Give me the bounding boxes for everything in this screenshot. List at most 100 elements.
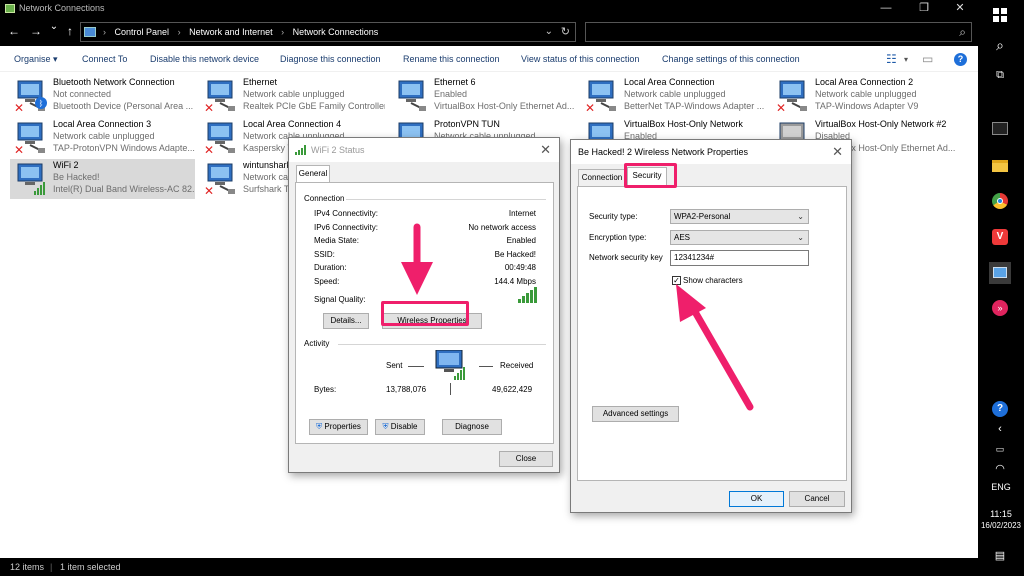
maximize-button[interactable]: ❐ xyxy=(908,0,940,18)
security-key-field[interactable]: 12341234# xyxy=(670,250,809,266)
diagnose-connection-button[interactable]: Diagnose this connection xyxy=(280,54,381,64)
chrome-icon[interactable] xyxy=(989,190,1011,212)
help-tips-icon[interactable]: ? xyxy=(989,398,1011,420)
language-indicator[interactable]: ENG xyxy=(978,482,1024,492)
network-connections-task-icon[interactable] xyxy=(989,262,1011,284)
chevron-down-icon[interactable]: ⌄ xyxy=(545,26,553,37)
status-row-label: IPv6 Connectivity: xyxy=(314,222,379,232)
recent-locations-button[interactable]: ⌄ xyxy=(46,21,62,32)
connection-item[interactable]: WiFi 2 Be Hacked! Intel(R) Dual Band Wirel… xyxy=(10,159,195,199)
connection-item[interactable]: Ethernet 6 Enabled VirtualBox Host-Only Et… xyxy=(391,76,576,116)
address-bar[interactable]: › Control Panel › Network and Internet ›… xyxy=(80,22,576,42)
clock-time[interactable]: 11:15 xyxy=(978,509,1024,519)
view-dropdown-icon[interactable]: ▾ xyxy=(904,55,908,64)
advanced-settings-button[interactable]: Advanced settings xyxy=(592,406,679,422)
svg-text:✕: ✕ xyxy=(204,143,214,155)
show-characters-checkbox[interactable]: ✓ xyxy=(672,276,681,285)
tab-general[interactable]: General xyxy=(296,165,330,183)
connect-to-button[interactable]: Connect To xyxy=(82,54,127,64)
svg-text:✕: ✕ xyxy=(585,101,595,113)
encryption-type-label: Encryption type: xyxy=(589,233,647,242)
breadcrumb-separator: › xyxy=(103,27,106,37)
connection-name: wintunshark xyxy=(243,160,292,170)
svg-text:✕: ✕ xyxy=(776,101,786,113)
breadcrumb-control-panel[interactable]: Control Panel xyxy=(115,27,170,37)
close-button[interactable]: ✕ xyxy=(944,0,976,18)
breadcrumb-network-and-internet[interactable]: Network and Internet xyxy=(189,27,273,37)
status-row-value: 00:49:48 xyxy=(504,263,536,272)
diagnose-button[interactable]: Diagnose xyxy=(442,419,502,435)
cancel-button[interactable]: Cancel xyxy=(789,491,845,507)
battery-icon[interactable]: ▭ xyxy=(989,438,1011,460)
bytes-received-value: 49,622,429 xyxy=(492,385,533,394)
notifications-icon[interactable]: ▤ xyxy=(989,545,1011,567)
view-status-button[interactable]: View status of this connection xyxy=(521,54,639,64)
connection-device: TAP-ProtonVPN Windows Adapte... xyxy=(53,143,195,153)
wifi-icon[interactable]: ◠ xyxy=(989,458,1011,480)
chevron-down-icon: ⌄ xyxy=(797,233,804,242)
security-type-select[interactable]: WPA2-Personal ⌄ xyxy=(670,209,809,224)
connection-device: Bluetooth Device (Personal Area ... xyxy=(53,101,194,111)
help-button[interactable]: ? xyxy=(954,53,967,66)
connection-device: BetterNet TAP-Windows Adapter ... xyxy=(624,101,765,111)
clock-date[interactable]: 16/02/2023 xyxy=(978,521,1024,530)
breadcrumb-network-connections[interactable]: Network Connections xyxy=(293,27,379,37)
connection-item[interactable]: ✕ Local Area Connection Network cable unpl… xyxy=(581,76,766,116)
change-settings-button[interactable]: Change settings of this connection xyxy=(662,54,800,64)
file-explorer-icon[interactable] xyxy=(989,155,1011,177)
up-button[interactable]: ↑ xyxy=(62,24,78,38)
preview-pane-icon[interactable]: ▭ xyxy=(922,52,933,66)
connection-item[interactable]: ✕ Local Area Connection 2 Network cable un… xyxy=(772,76,957,116)
ethernet-icon xyxy=(398,80,426,111)
disable-label: Disable xyxy=(390,422,418,431)
ok-button[interactable]: OK xyxy=(729,491,784,507)
disable-device-button[interactable]: Disable this network device xyxy=(150,54,259,64)
close-icon[interactable]: ✕ xyxy=(540,142,551,158)
organise-menu[interactable]: Organise ▾ xyxy=(14,54,58,65)
search-input[interactable]: ⌕ xyxy=(585,22,972,42)
dialog-title: WiFi 2 Status xyxy=(311,145,365,155)
status-row-label: Duration: xyxy=(314,263,347,272)
signal-icon xyxy=(295,145,306,155)
breadcrumb: › Control Panel › Network and Internet ›… xyxy=(103,27,384,37)
connection-name: VirtualBox Host-Only Network #2 xyxy=(815,119,947,129)
encryption-type-select[interactable]: AES ⌄ xyxy=(670,230,809,245)
search-icon[interactable]: ⌕ xyxy=(989,34,1011,56)
refresh-icon[interactable]: ↻ xyxy=(561,25,570,38)
details-button[interactable]: Details... xyxy=(323,313,369,329)
app-icon[interactable]: » xyxy=(989,297,1011,319)
item-count: 12 items xyxy=(10,562,45,572)
show-characters-label[interactable]: Show characters xyxy=(683,276,743,285)
task-view-icon[interactable]: ⧉ xyxy=(989,64,1011,86)
signal-bar xyxy=(518,299,521,303)
forward-button[interactable]: → xyxy=(28,24,44,38)
dialog-title-bar: WiFi 2 Status ✕ xyxy=(289,138,559,162)
connection-item[interactable]: ✕ Local Area Connection 3 Network cable un… xyxy=(10,118,195,158)
connection-device: Intel(R) Dual Band Wireless-AC 82... xyxy=(53,184,195,194)
windows-start-icon[interactable] xyxy=(989,6,1011,28)
vivaldi-icon[interactable]: V xyxy=(989,226,1011,248)
properties-button[interactable]: ⛨ Properties xyxy=(309,419,368,435)
back-button[interactable]: ← xyxy=(6,24,22,38)
close-dialog-button[interactable]: Close xyxy=(499,451,553,467)
view-options-icon[interactable]: ☷ xyxy=(886,52,897,66)
ethernet-icon: ✕ xyxy=(204,122,235,155)
connection-item[interactable]: ᛒ ✕ Bluetooth Network Connection Not connec… xyxy=(10,76,195,116)
security-tab-highlight xyxy=(624,163,677,188)
disable-button[interactable]: ⛨ Disable xyxy=(375,419,425,435)
connection-name: Local Area Connection xyxy=(624,77,715,87)
minimize-button[interactable]: — xyxy=(870,0,902,18)
breadcrumb-separator: › xyxy=(177,27,181,37)
rename-connection-button[interactable]: Rename this connection xyxy=(403,54,500,64)
signal-bar xyxy=(534,287,537,303)
security-key-label: Network security key xyxy=(589,253,663,262)
security-panel: Security type: WPA2-Personal ⌄ Encryptio… xyxy=(577,186,847,481)
tab-connection[interactable]: Connection xyxy=(578,169,626,187)
close-icon[interactable]: ✕ xyxy=(832,144,843,160)
connection-item[interactable]: ✕ Ethernet Network cable unplugged Realtek … xyxy=(200,76,385,116)
wireless-properties-dialog: Be Hacked! 2 Wireless Network Properties… xyxy=(570,139,852,513)
terminal-app-icon[interactable] xyxy=(989,118,1011,140)
dialog-title: Be Hacked! 2 Wireless Network Properties xyxy=(578,147,749,157)
chevron-left-icon[interactable]: ‹ xyxy=(989,418,1011,440)
command-bar: Organise ▾ Connect To Disable this netwo… xyxy=(0,46,978,72)
